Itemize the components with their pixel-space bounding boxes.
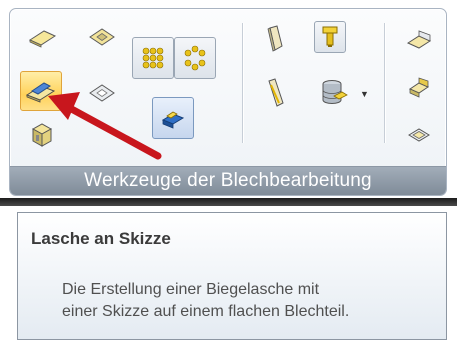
sheet-feature-button[interactable] <box>84 19 120 55</box>
unfold-button[interactable] <box>258 21 294 57</box>
edge-flange-icon <box>406 30 432 49</box>
unfold-icon <box>267 25 283 52</box>
ribbon-bottom-divider <box>0 198 457 206</box>
circular-pattern-icon <box>184 45 206 71</box>
tooltip-description-line: Die Erstellung einer Biegelasche mit <box>62 281 320 298</box>
bend-button[interactable] <box>258 75 294 111</box>
ribbon-group-label: Werkzeuge der Blechbearbeitung <box>10 166 446 195</box>
corner-feature-button[interactable] <box>402 117 436 153</box>
form-feature-button[interactable] <box>402 71 436 107</box>
sheet-feature-icon <box>89 28 115 46</box>
tooltip-description: Die Erstellung einer Biegelasche mit ein… <box>62 279 442 323</box>
corner-feature-icon <box>408 128 430 142</box>
material-database-button[interactable] <box>314 75 354 111</box>
tool-punch-button[interactable] <box>314 21 346 53</box>
ribbon-separator <box>384 23 385 143</box>
bend-icon <box>268 78 284 107</box>
tooltip-description-line: einer Skizze auf einem flachen Blechteil… <box>62 303 350 320</box>
tooltip-title: Lasche an Skizze <box>31 229 171 248</box>
dot-pattern-icon <box>142 47 164 69</box>
material-dropdown-arrow-icon[interactable]: ▼ <box>360 89 369 99</box>
material-database-icon <box>322 80 348 104</box>
tool-punch-icon <box>322 26 338 47</box>
form-feature-icon <box>408 77 430 98</box>
tooltip-panel: Lasche an Skizze Die Erstellung einer Bi… <box>17 212 447 340</box>
rectangular-pattern-button[interactable] <box>132 37 174 79</box>
edge-flange-button[interactable] <box>402 23 436 59</box>
pointer-arrow-icon <box>48 92 162 160</box>
circular-pattern-button[interactable] <box>174 37 216 79</box>
ribbon-separator <box>242 23 243 143</box>
flat-plate-icon <box>28 30 57 48</box>
flat-plate-button[interactable] <box>24 19 60 55</box>
